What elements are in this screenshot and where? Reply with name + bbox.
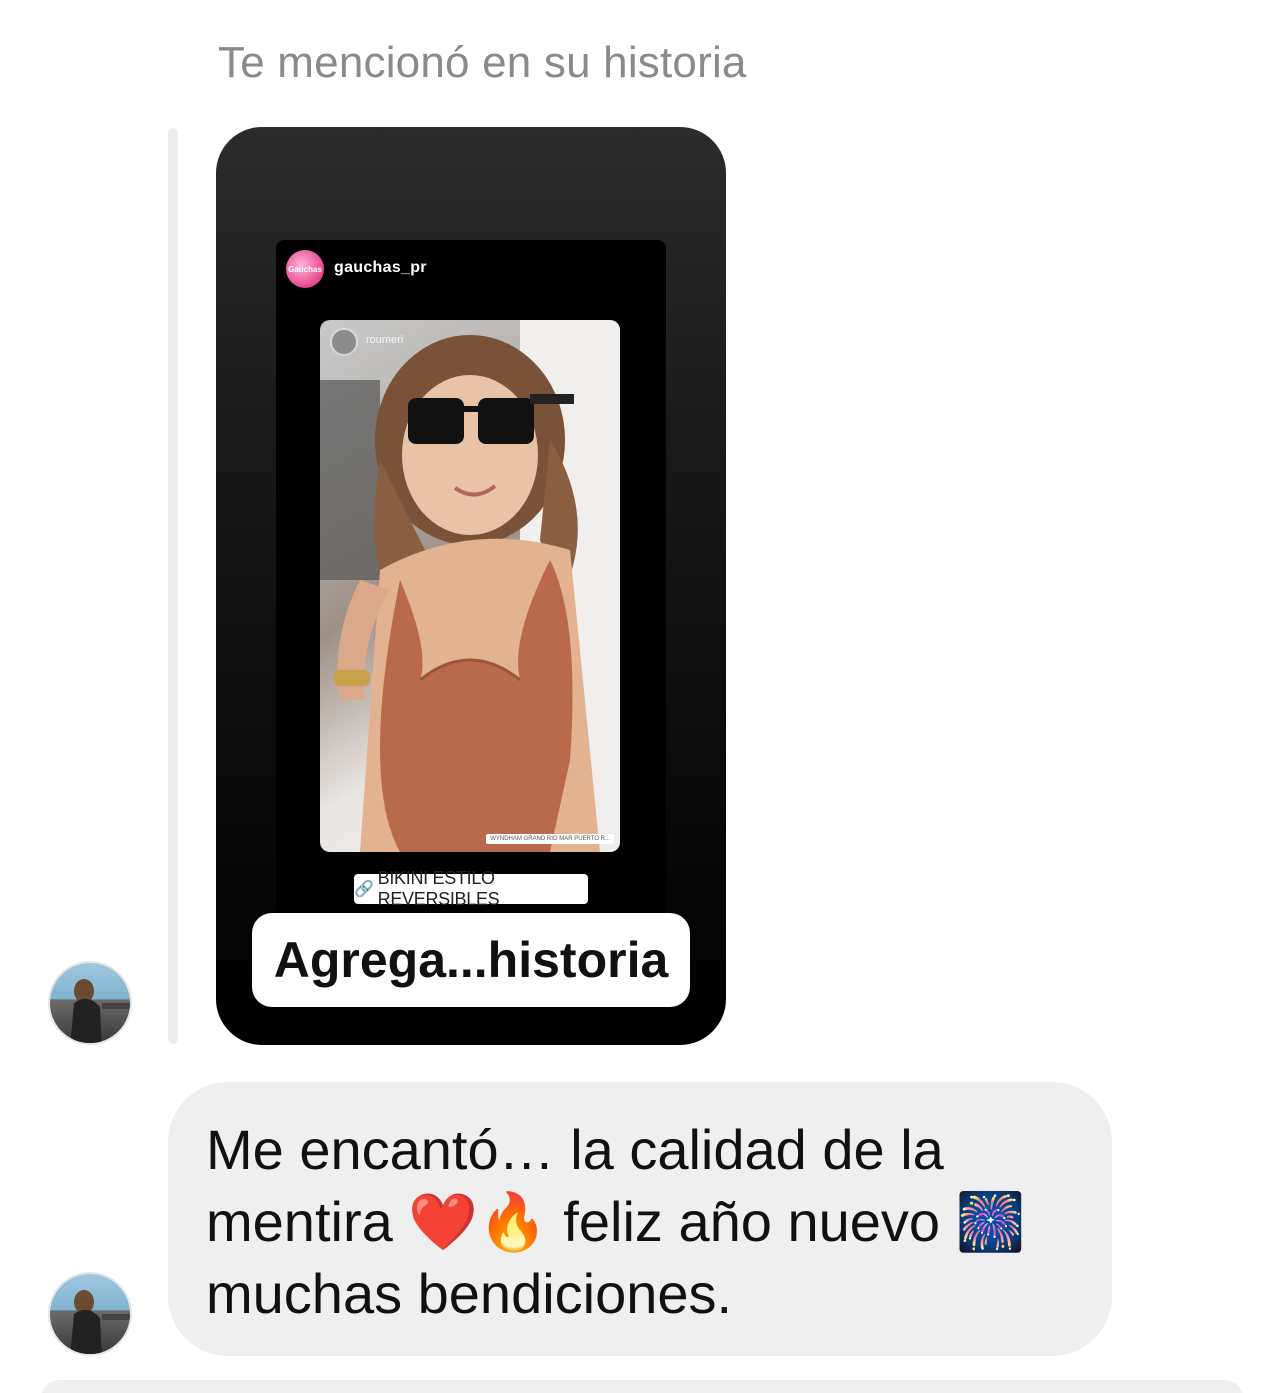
chat-thread: Te mencionó en su historia Gauchas gauch… xyxy=(0,0,1284,1393)
location-sticker: WYNDHAM GRAND RIO MAR PUERTO R... xyxy=(486,834,614,844)
add-to-story-button[interactable]: Agrega...historia xyxy=(252,913,690,1007)
photo-author-avatar xyxy=(330,328,358,356)
story-mention-card[interactable]: Gauchas gauchas_pr roumeri WYNDHAM GRAND… xyxy=(216,127,726,1045)
link-icon: 🔗 xyxy=(354,881,374,898)
photo-author-username: roumeri xyxy=(366,334,404,346)
avatar-photo xyxy=(70,1290,130,1354)
story-mention-label: Te mencionó en su historia xyxy=(218,38,747,87)
link-sticker[interactable]: 🔗 BIKINI ESTILO REVERSIBLES xyxy=(354,868,588,909)
link-sticker-label: BIKINI ESTILO REVERSIBLES xyxy=(377,868,500,909)
story-shared-photo: roumeri WYNDHAM GRAND RIO MAR PUERTO R..… xyxy=(320,320,620,852)
photo-illustration xyxy=(320,320,620,852)
story-author-avatar: Gauchas xyxy=(286,250,324,288)
avatar-photo xyxy=(70,979,130,1043)
next-message-bubble[interactable] xyxy=(40,1380,1244,1393)
sender-avatar[interactable] xyxy=(48,1272,132,1356)
story-author-username: gauchas_pr xyxy=(334,259,427,276)
sender-avatar[interactable] xyxy=(48,961,132,1045)
reply-indicator-bar xyxy=(168,128,178,1044)
message-text: Me encantó… la calidad de la mentira ❤️🔥… xyxy=(206,1118,1041,1325)
message-bubble[interactable]: Me encantó… la calidad de la mentira ❤️🔥… xyxy=(168,1082,1112,1356)
story-preview[interactable]: Gauchas gauchas_pr roumeri WYNDHAM GRAND… xyxy=(276,240,666,930)
